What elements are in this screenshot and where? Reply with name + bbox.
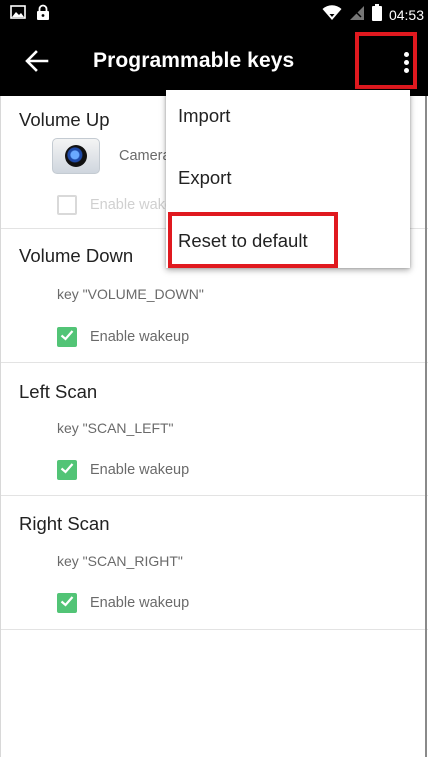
checkmark-icon xyxy=(59,593,75,614)
status-time: 04:53 xyxy=(388,7,424,23)
key-title: Volume Up xyxy=(19,109,110,130)
no-signal-icon xyxy=(349,5,365,26)
wakeup-checkbox[interactable] xyxy=(57,327,77,347)
camera-icon xyxy=(52,138,100,174)
back-button[interactable] xyxy=(22,46,52,76)
battery-icon xyxy=(371,4,382,26)
status-bar: 04:53 xyxy=(0,0,428,26)
overflow-menu-button[interactable] xyxy=(396,48,418,76)
page-title: Programmable keys xyxy=(93,49,295,72)
gallery-icon xyxy=(10,4,26,26)
left-border xyxy=(0,96,1,757)
right-border xyxy=(425,96,427,757)
app-assignment[interactable]: Camera xyxy=(52,138,171,174)
wakeup-label: Enable wakeup xyxy=(90,595,190,611)
menu-item-import[interactable]: Import xyxy=(166,90,410,145)
wakeup-checkbox[interactable] xyxy=(57,460,77,480)
wakeup-toggle[interactable]: Enable wakeup xyxy=(57,327,189,347)
menu-item-export[interactable]: Export xyxy=(166,152,410,207)
wakeup-label: Enable wakeup xyxy=(90,329,190,345)
menu-item-label: Import xyxy=(178,105,231,126)
wakeup-toggle[interactable]: Enable wakeup xyxy=(57,460,189,480)
overflow-popup-menu: Import Export Reset to default xyxy=(166,90,410,268)
key-code: key "SCAN_RIGHT" xyxy=(57,553,183,569)
wakeup-checkbox[interactable] xyxy=(57,593,77,613)
key-title: Right Scan xyxy=(19,513,110,534)
key-item-right-scan[interactable]: Right Scan key "SCAN_RIGHT" Enable wakeu… xyxy=(0,496,428,630)
wifi-icon xyxy=(322,4,342,26)
menu-item-reset-to-default[interactable]: Reset to default xyxy=(166,215,410,270)
key-title: Left Scan xyxy=(19,381,98,402)
arrow-left-icon xyxy=(22,50,52,80)
app-name: Camera xyxy=(119,148,171,164)
wakeup-toggle[interactable]: Enable wakeup xyxy=(57,593,189,613)
app-bar: Programmable keys xyxy=(0,26,428,96)
menu-item-label: Export xyxy=(178,167,232,188)
menu-item-label: Reset to default xyxy=(178,230,308,251)
lock-icon xyxy=(36,4,50,26)
key-title: Volume Down xyxy=(19,245,134,266)
key-code: key "SCAN_LEFT" xyxy=(57,420,174,436)
key-code: key "VOLUME_DOWN" xyxy=(57,286,204,302)
key-item-left-scan[interactable]: Left Scan key "SCAN_LEFT" Enable wakeup xyxy=(0,363,428,496)
wakeup-checkbox[interactable] xyxy=(57,195,77,215)
checkmark-icon xyxy=(59,460,75,481)
checkmark-icon xyxy=(59,327,75,348)
wakeup-label: Enable wakeup xyxy=(90,462,190,478)
